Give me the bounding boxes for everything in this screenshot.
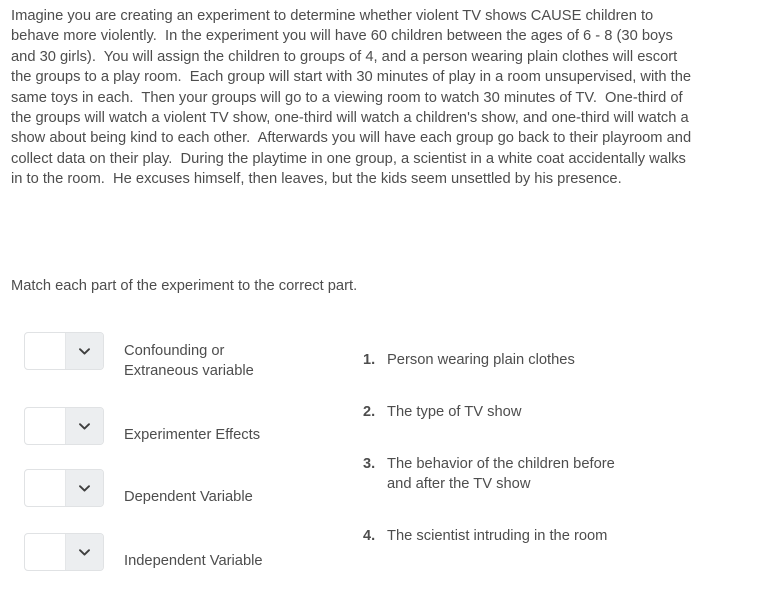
- answer-dropdown-experimenter-effects[interactable]: [24, 407, 104, 445]
- option-item: 1. Person wearing plain clothes: [363, 350, 575, 370]
- option-text: The behavior of the children before and …: [387, 456, 615, 493]
- answer-dropdown-value: [31, 333, 65, 369]
- chevron-down-icon: [79, 484, 90, 492]
- term-label: Independent Variable: [124, 553, 263, 569]
- option-text: The scientist intruding in the room: [387, 528, 608, 544]
- option-item: 2. The type of TV show: [363, 402, 521, 422]
- dropdown-arrow-box[interactable]: [65, 408, 103, 444]
- match-row: Dependent Variable: [24, 469, 253, 507]
- chevron-down-icon: [79, 347, 90, 355]
- dropdown-arrow-box[interactable]: [65, 470, 103, 506]
- scenario-paragraph: Imagine you are creating an experiment t…: [11, 8, 696, 188]
- answer-dropdown-value: [31, 470, 65, 506]
- term-label: Dependent Variable: [124, 489, 253, 505]
- match-row: Confounding or Extraneous variable: [24, 332, 254, 382]
- match-instruction: Match each part of the experiment to the…: [11, 278, 358, 294]
- match-row: Independent Variable: [24, 533, 263, 571]
- answer-dropdown-value: [31, 534, 65, 570]
- term-label: Confounding or Extraneous variable: [124, 343, 254, 380]
- match-row: Experimenter Effects: [24, 407, 260, 445]
- chevron-down-icon: [79, 548, 90, 556]
- option-number: 2.: [363, 404, 376, 420]
- option-number: 3.: [363, 456, 376, 472]
- option-number: 4.: [363, 528, 376, 544]
- dropdown-arrow-box[interactable]: [65, 333, 103, 369]
- option-item: 3. The behavior of the children before a…: [363, 454, 615, 495]
- matching-area: Confounding or Extraneous variable Exper…: [0, 322, 760, 587]
- chevron-down-icon: [79, 422, 90, 430]
- answer-dropdown-dependent-variable[interactable]: [24, 469, 104, 507]
- option-number: 1.: [363, 352, 376, 368]
- option-text: The type of TV show: [387, 404, 522, 420]
- option-text: Person wearing plain clothes: [387, 352, 575, 368]
- answer-dropdown-value: [31, 408, 65, 444]
- option-item: 4. The scientist intruding in the room: [363, 526, 607, 546]
- answer-dropdown-independent-variable[interactable]: [24, 533, 104, 571]
- dropdown-arrow-box[interactable]: [65, 534, 103, 570]
- answer-dropdown-confounding-variable[interactable]: [24, 332, 104, 370]
- term-label: Experimenter Effects: [124, 427, 261, 443]
